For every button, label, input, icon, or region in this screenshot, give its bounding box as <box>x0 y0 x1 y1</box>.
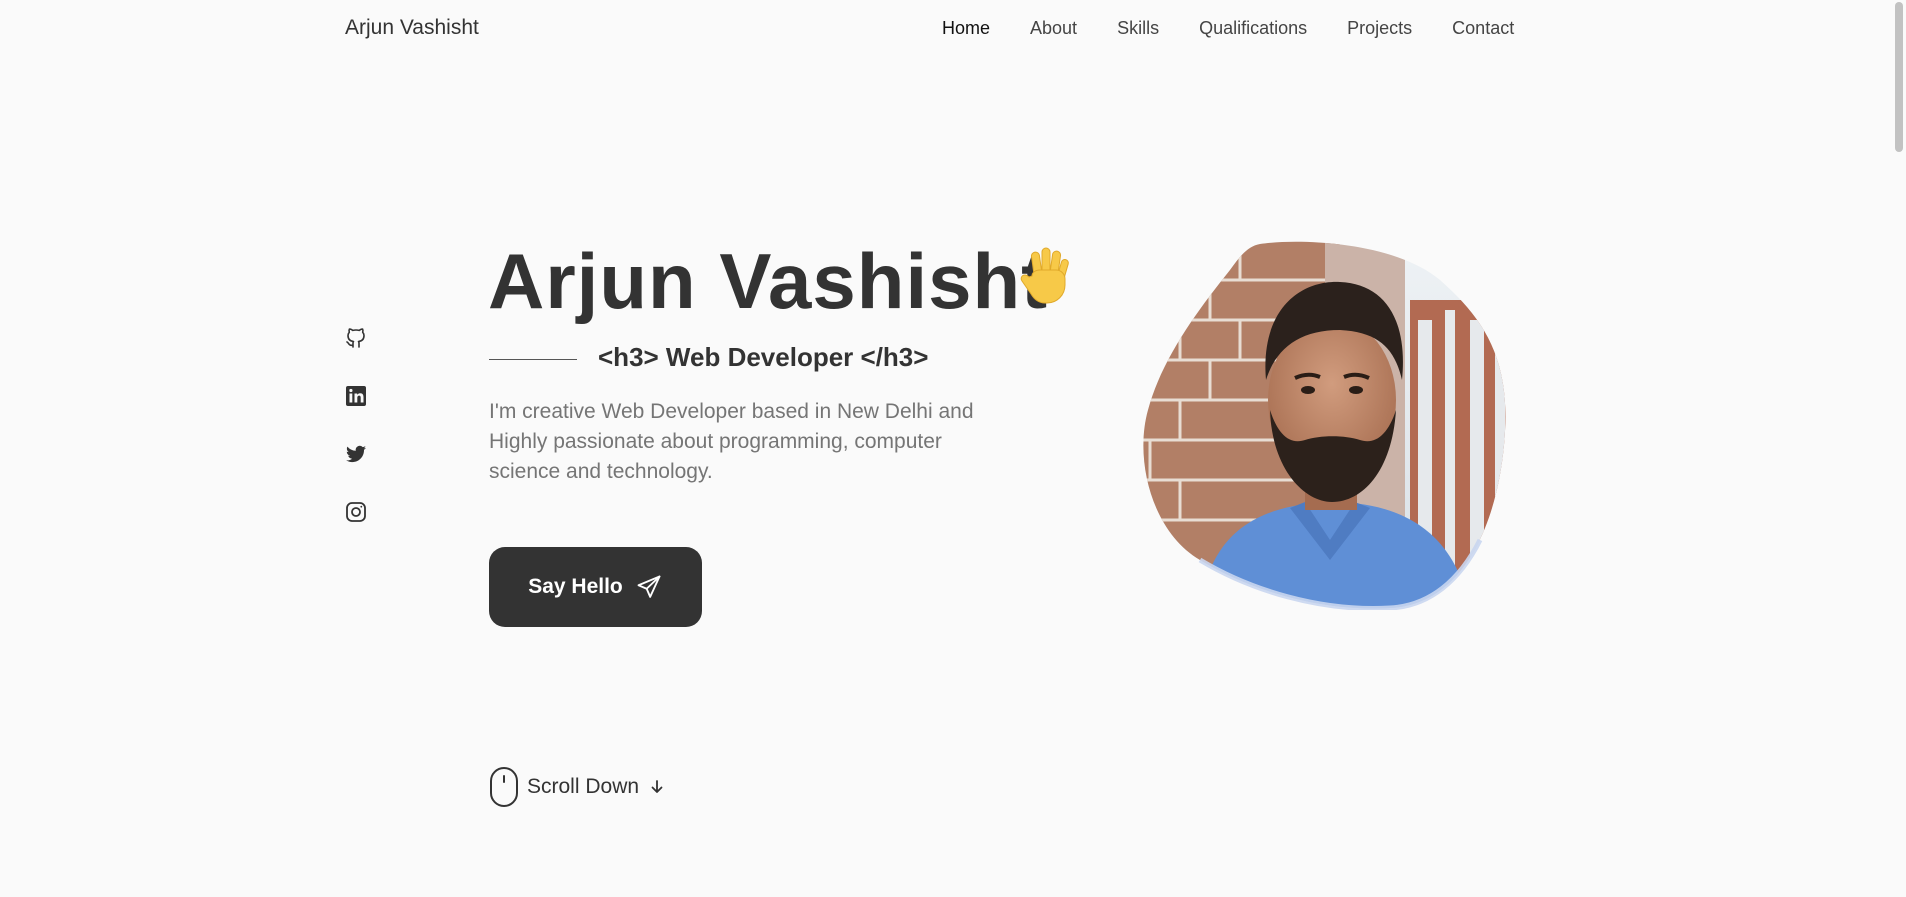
nav-contact[interactable]: Contact <box>1452 18 1514 39</box>
github-icon <box>346 328 365 348</box>
scrollbar-thumb[interactable] <box>1895 2 1903 152</box>
github-link[interactable] <box>344 326 368 350</box>
nav-qualifications[interactable]: Qualifications <box>1199 18 1307 39</box>
mouse-icon <box>490 767 518 807</box>
main-nav: Home About Skills Qualifications Project… <box>942 18 1514 39</box>
hero-title: Arjun Vashisht <box>488 237 1049 325</box>
nav-home[interactable]: Home <box>942 18 990 39</box>
nav-projects[interactable]: Projects <box>1347 18 1412 39</box>
say-hello-label: Say Hello <box>528 575 623 598</box>
scroll-down-link[interactable]: Scroll Down <box>489 766 665 808</box>
linkedin-link[interactable] <box>344 384 368 408</box>
waving-hand-icon <box>1020 247 1069 304</box>
hero-subtitle: <h3> Web Developer </h3> <box>598 342 929 372</box>
send-icon <box>637 575 661 598</box>
hero-description: I'm creative Web Developer based in New … <box>489 400 974 483</box>
nav-skills[interactable]: Skills <box>1117 18 1159 39</box>
profile-photo <box>1143 241 1506 610</box>
social-links <box>344 326 370 558</box>
linkedin-icon <box>346 386 366 406</box>
logo-link[interactable]: Arjun Vashisht <box>345 16 479 40</box>
instagram-icon <box>346 502 366 522</box>
scroll-down-label: Scroll Down <box>527 775 640 798</box>
header: Arjun Vashisht Home About Skills Qualifi… <box>0 0 1890 58</box>
twitter-icon <box>346 445 366 463</box>
page-scrollbar[interactable] <box>1890 0 1906 897</box>
arrow-down-icon <box>651 780 663 793</box>
subtitle-divider <box>489 359 577 360</box>
instagram-link[interactable] <box>344 500 368 524</box>
say-hello-button[interactable]: Say Hello <box>489 547 702 627</box>
twitter-link[interactable] <box>344 442 368 466</box>
nav-about[interactable]: About <box>1030 18 1077 39</box>
